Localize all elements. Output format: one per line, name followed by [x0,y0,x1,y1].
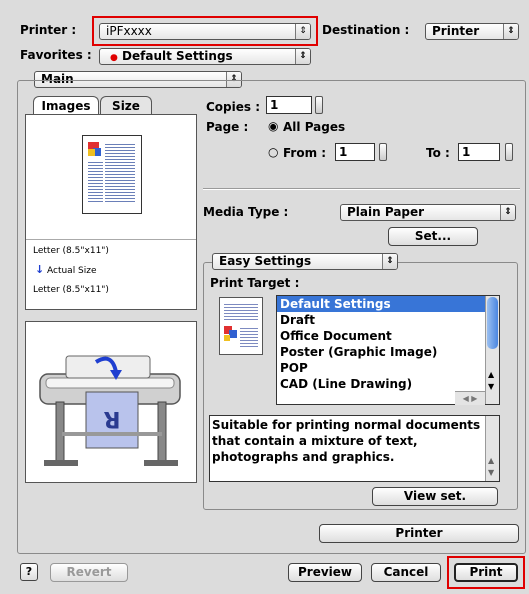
preview-button[interactable]: Preview [288,563,362,582]
svg-text:R: R [103,406,120,431]
horizontal-scroll-arrows[interactable]: ◀ ▶ [455,391,485,405]
target-description: Suitable for printing normal documents t… [209,415,500,482]
page-thumbnail [82,135,142,214]
print-highlight [447,556,525,589]
printer-highlight [92,16,318,46]
copies-field[interactable]: 1 [266,96,312,114]
radio-unselected-icon[interactable]: ○ [268,145,278,159]
easy-settings-popup[interactable]: Easy Settings ⇕ [212,253,398,270]
updown-arrow-icon: ⇕ [382,254,397,269]
list-item[interactable]: Draft [277,312,499,328]
print-target-items: Default Settings Draft Office Document Post… [277,296,499,392]
from-field[interactable]: 1 [335,143,375,161]
media-type-popup[interactable]: Plain Paper ⇕ [340,204,516,221]
to-label: To : [426,146,450,160]
list-item[interactable]: Office Document [277,328,499,344]
thumb-text-lines [105,142,135,204]
radio-selected-icon[interactable]: ◉ [268,119,278,133]
copies-label: Copies : [206,100,261,114]
favorites-value: Default Settings [122,49,233,63]
scroll-down-icon[interactable]: ▼ [488,468,494,477]
destination-popup[interactable]: Printer ⇕ [425,23,519,40]
preview-panel: Letter (8.5"x11") ↓ Actual Size Letter (… [25,114,197,310]
scroll-down-icon[interactable]: ▼ [488,382,494,391]
help-icon[interactable]: ? [20,563,38,581]
all-pages-label: All Pages [283,120,346,134]
to-field[interactable]: 1 [458,143,500,161]
updown-arrow-icon: ⇕ [500,205,515,220]
revert-button[interactable]: Revert [50,563,128,582]
actual-size-label: Actual Size [47,266,97,276]
favorites-label: Favorites : [20,48,92,62]
print-dialog: Printer : iPFxxxx ⇕ Destination : Printe… [0,0,529,594]
list-item[interactable]: CAD (Line Drawing) [277,376,499,392]
printer-illustration-panel: R [25,321,197,483]
print-target-list[interactable]: Default Settings Draft Office Document Post… [276,295,500,405]
list-item[interactable]: Poster (Graphic Image) [277,344,499,360]
scroll-up-icon[interactable]: ▲ [488,370,494,379]
divider [203,188,520,190]
paper-size-label: Letter (8.5"x11") [33,246,109,256]
destination-value: Printer [432,24,480,38]
list-scrollbar[interactable]: ▲ ▼ [485,296,499,404]
bullet-icon: ● [110,53,118,63]
tab-images[interactable]: Images [33,96,99,115]
output-size-label: Letter (8.5"x11") [33,285,109,295]
easy-settings-value: Easy Settings [219,254,312,268]
cancel-button[interactable]: Cancel [371,563,441,582]
media-type-label: Media Type : [203,205,289,219]
from-stepper[interactable] [379,143,387,161]
list-item[interactable]: Default Settings [277,296,499,312]
list-item[interactable]: POP [277,360,499,376]
arrow-down-icon: ↓ [35,263,45,276]
copies-stepper[interactable] [315,96,323,114]
page-label: Page : [206,120,249,134]
printer-button[interactable]: Printer [319,524,519,543]
media-set-button[interactable]: Set... [388,227,478,246]
scroll-up-icon[interactable]: ▲ [488,456,494,465]
scroll-thumb[interactable] [487,297,498,349]
favorites-popup[interactable]: ● Default Settings ⇕ [99,48,311,65]
updown-arrow-icon: ⇕ [295,49,310,64]
updown-arrow-icon: ⇕ [503,24,518,39]
destination-label: Destination : [322,23,410,37]
media-type-value: Plain Paper [347,205,425,219]
description-scrollbar[interactable]: ▲ ▼ [485,416,499,481]
printer-illustration-icon: R [39,355,181,466]
printer-label: Printer : [20,23,77,37]
tab-size[interactable]: Size [100,96,152,115]
target-thumbnail [219,297,263,355]
to-stepper[interactable] [505,143,513,161]
from-label: From : [283,146,327,160]
print-target-label: Print Target : [210,276,300,290]
view-settings-button[interactable]: View set. [372,487,498,506]
